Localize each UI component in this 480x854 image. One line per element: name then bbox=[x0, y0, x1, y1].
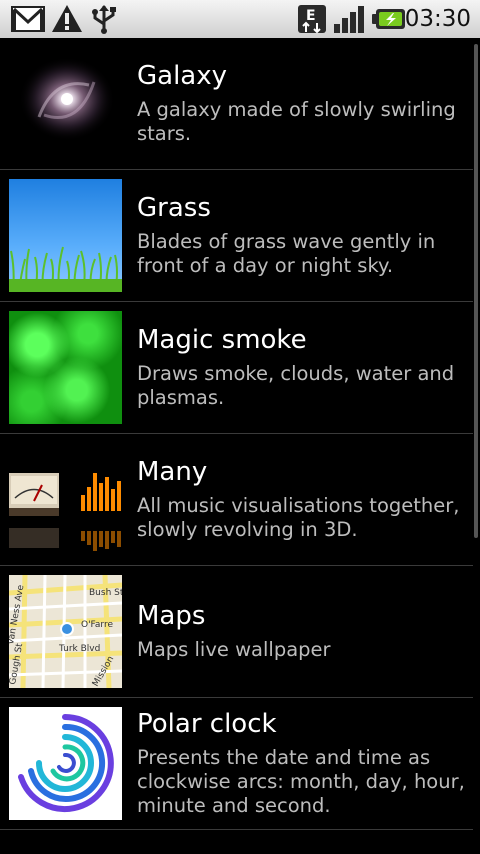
item-title: Magic smoke bbox=[137, 325, 307, 355]
item-description: Draws smoke, clouds, water and plasmas. bbox=[137, 362, 455, 409]
item-description: Maps live wallpaper bbox=[137, 638, 331, 661]
list-item-maps[interactable]: Van Ness Ave Bush St O'Farre Turk Blvd G… bbox=[0, 566, 473, 698]
svg-text:Turk Blvd: Turk Blvd bbox=[58, 644, 100, 654]
item-title: Grass bbox=[137, 193, 211, 223]
list-item-many[interactable]: Many All music visualisations together, … bbox=[0, 434, 473, 566]
polar-clock-thumbnail bbox=[9, 707, 122, 820]
svg-text:Bush St: Bush St bbox=[89, 588, 122, 598]
item-description: A galaxy made of slowly swirling stars. bbox=[137, 98, 456, 145]
signal-icon bbox=[334, 6, 364, 33]
grass-thumbnail bbox=[9, 179, 122, 292]
list-item-grass[interactable]: Grass Blades of grass wave gently in fro… bbox=[0, 170, 473, 302]
item-title: Galaxy bbox=[137, 61, 228, 91]
map-thumbnail: Van Ness Ave Bush St O'Farre Turk Blvd G… bbox=[9, 575, 122, 688]
list-item-galaxy[interactable]: Galaxy A galaxy made of slowly swirling … bbox=[0, 38, 473, 170]
item-description: Blades of grass wave gently in front of … bbox=[137, 230, 436, 277]
item-description: Presents the date and time as clockwise … bbox=[137, 746, 465, 817]
live-wallpaper-list: Galaxy A galaxy made of slowly swirling … bbox=[0, 38, 480, 854]
usb-icon bbox=[92, 5, 116, 34]
item-description: All music visualisations together, slowl… bbox=[137, 494, 460, 541]
list-item-polar-clock[interactable]: Polar clock Presents the date and time a… bbox=[0, 698, 473, 830]
edge-data-icon: E bbox=[298, 5, 326, 34]
warning-icon bbox=[52, 5, 82, 32]
status-bar: E 03:30 bbox=[0, 0, 480, 38]
music-visualizer-thumbnail bbox=[9, 443, 122, 556]
item-title: Many bbox=[137, 457, 208, 487]
clock: 03:30 bbox=[404, 6, 471, 32]
svg-text:O'Farre: O'Farre bbox=[81, 620, 113, 630]
item-title: Maps bbox=[137, 601, 206, 631]
gmail-icon bbox=[11, 6, 45, 32]
galaxy-thumbnail bbox=[9, 47, 122, 160]
scrollbar-thumb[interactable] bbox=[474, 44, 478, 538]
battery-charging-icon bbox=[372, 9, 405, 29]
list-item-magic-smoke[interactable]: Magic smoke Draws smoke, clouds, water a… bbox=[0, 302, 473, 434]
item-title: Polar clock bbox=[137, 709, 277, 739]
smoke-thumbnail bbox=[9, 311, 122, 424]
svg-text:E: E bbox=[306, 8, 316, 24]
